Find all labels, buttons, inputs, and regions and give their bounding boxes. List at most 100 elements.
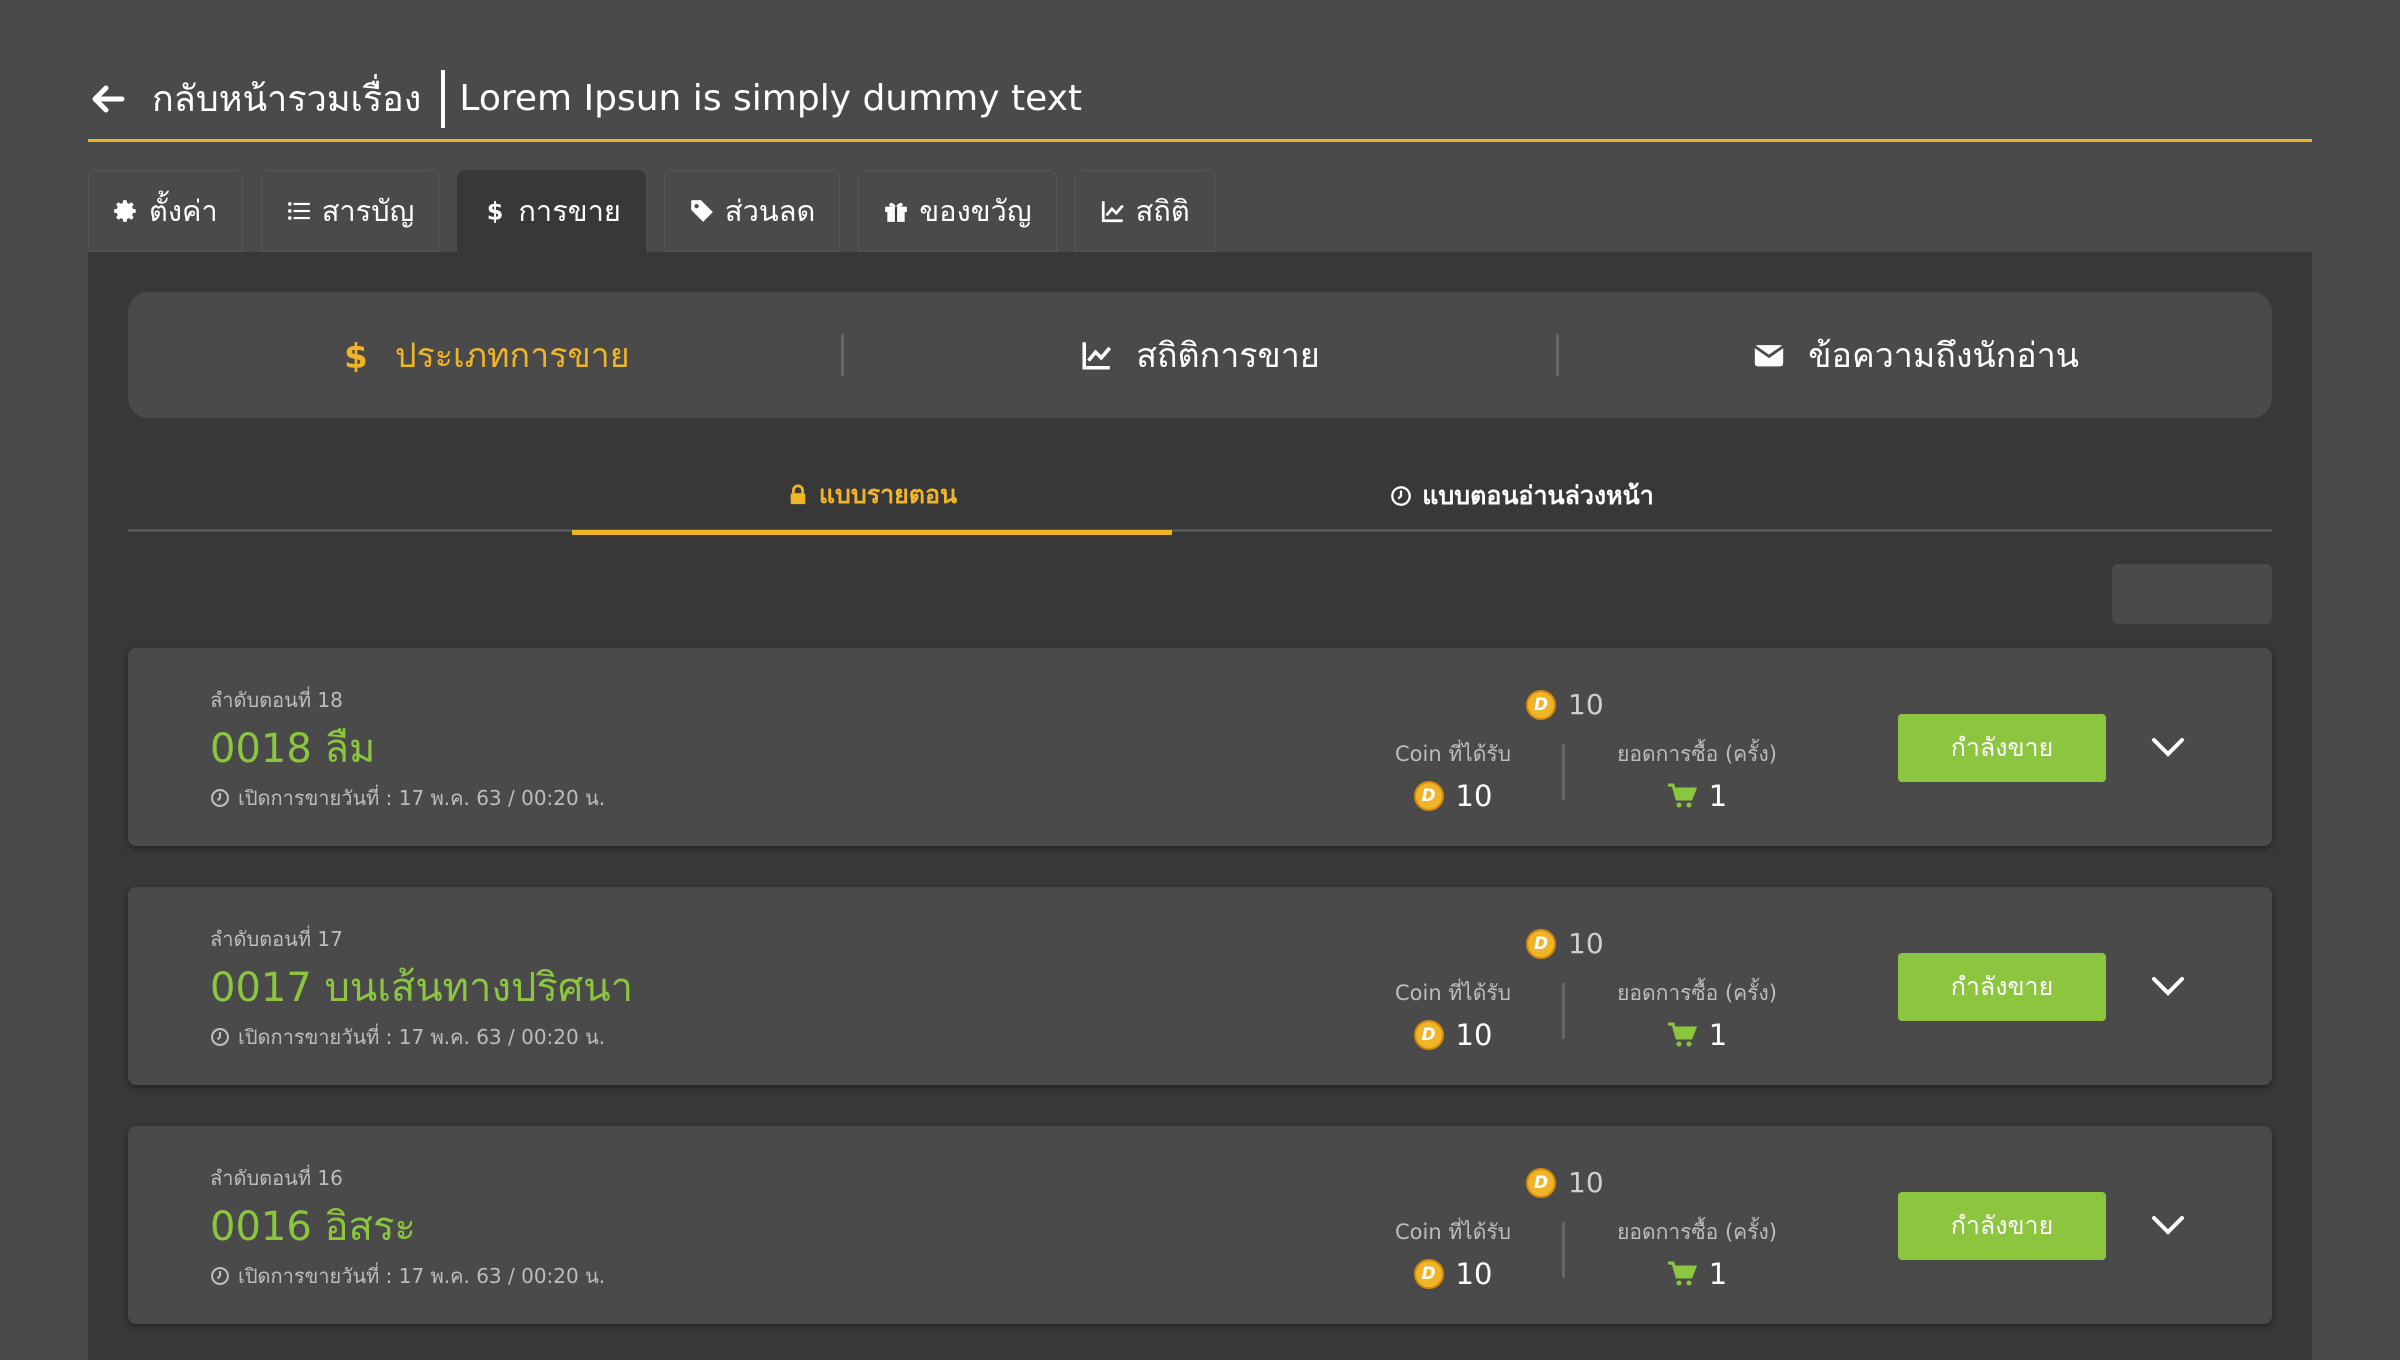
sale-mode-tabs: แบบรายตอน แบบตอนอ่านล่วงหน้า — [128, 460, 2272, 535]
coins-value-row: D 10 — [1378, 1257, 1528, 1291]
stat-divider — [1562, 1222, 1565, 1278]
date-text: เปิดการขายวันที่ : 17 พ.ค. 63 / 00:20 น. — [238, 1025, 606, 1049]
episode-price: D 10 — [1526, 1166, 1604, 1199]
header-divider — [441, 69, 446, 128]
back-arrow-icon[interactable] — [88, 79, 128, 119]
tab-early-access[interactable]: แบบตอนอ่านล่วงหน้า — [1172, 460, 1872, 532]
tab-settings[interactable]: ตั้งค่า — [88, 170, 243, 252]
filter-button[interactable] — [2112, 564, 2272, 624]
episode-order: ลำดับตอนที่ 16 — [210, 1166, 343, 1190]
clock-icon — [1391, 486, 1412, 506]
cart-icon — [1667, 1261, 1697, 1286]
coin-icon: D — [1526, 689, 1556, 720]
tab-label: สารบัญ — [321, 194, 415, 228]
stat-divider — [1562, 744, 1565, 800]
purchases-label: ยอดการซื้อ (ครั้ง) — [1617, 742, 1777, 766]
episode-title[interactable]: 0018 ลืม — [210, 716, 375, 780]
chevron-down-icon[interactable] — [2150, 971, 2186, 1001]
page-title: Lorem Ipsun is simply dummy text — [459, 78, 1083, 119]
status-selling-button[interactable]: กำลังขาย — [1898, 1192, 2106, 1260]
episode-order: ลำดับตอนที่ 17 — [210, 927, 343, 951]
price-value: 10 — [1568, 1166, 1604, 1199]
lock-icon — [790, 484, 806, 505]
coin-icon: D — [1413, 781, 1444, 811]
subnav-label: สถิติการขาย — [1136, 336, 1320, 376]
subnav-sale-stats[interactable]: สถิติการขาย — [844, 328, 1557, 382]
status-selling-button[interactable]: กำลังขาย — [1898, 953, 2106, 1021]
cart-icon — [1667, 1022, 1697, 1047]
subnav-sale-type[interactable]: $ ประเภทการขาย — [128, 328, 841, 382]
date-text: เปิดการขายวันที่ : 17 พ.ค. 63 / 00:20 น. — [238, 786, 606, 810]
purchase-count: ยอดการซื้อ (ครั้ง) 1 — [1612, 1216, 1782, 1291]
tab-label: ตั้งค่า — [149, 194, 218, 228]
tag-icon — [691, 200, 713, 222]
clock-icon — [211, 1028, 229, 1046]
subnav-label: ประเภทการขาย — [394, 336, 630, 376]
purchases-value: 1 — [1708, 779, 1728, 813]
episode-price: D 10 — [1526, 688, 1604, 721]
mode-tab-label: แบบรายตอน — [818, 480, 958, 509]
tab-label: ส่วนลด — [724, 194, 816, 228]
stat-divider — [1562, 983, 1565, 1039]
coin-icon: D — [1526, 1167, 1556, 1198]
dollar-icon: $ — [344, 338, 368, 372]
cart-icon — [1667, 783, 1697, 808]
purchases-label: ยอดการซื้อ (ครั้ง) — [1617, 1220, 1777, 1244]
tab-label: ของขวัญ — [919, 194, 1032, 228]
tab-gifts[interactable]: ของขวัญ — [858, 170, 1057, 252]
coins-label: Coin ที่ได้รับ — [1395, 742, 1511, 766]
chevron-down-icon[interactable] — [2150, 1210, 2186, 1240]
envelope-icon — [1754, 345, 1785, 367]
purchase-count: ยอดการซื้อ (ครั้ง) 1 — [1612, 738, 1782, 813]
episode-card: ลำดับตอนที่ 18 0018 ลืม เปิดการขายวันที่… — [128, 648, 2272, 846]
episode-order: ลำดับตอนที่ 18 — [210, 688, 343, 712]
tab-sales[interactable]: $ การขาย — [457, 170, 646, 252]
purchases-value-row: 1 — [1612, 779, 1782, 813]
chart-icon — [1082, 342, 1112, 370]
coin-icon: D — [1413, 1020, 1444, 1050]
main-tabs: ตั้งค่า สารบัญ $ การขาย ส่วนลด ของขวัญ ส… — [88, 170, 1215, 252]
dollar-icon: $ — [487, 198, 504, 224]
tab-contents[interactable]: สารบัญ — [260, 170, 440, 252]
episode-card: ลำดับตอนที่ 16 0016 อิสระ เปิดการขายวันท… — [128, 1126, 2272, 1324]
episode-title[interactable]: 0016 อิสระ — [210, 1194, 416, 1258]
episode-card: ลำดับตอนที่ 17 0017 บนเส้นทางปริศนา เปิด… — [128, 887, 2272, 1085]
episode-title[interactable]: 0017 บนเส้นทางปริศนา — [210, 955, 633, 1019]
back-link[interactable]: กลับหน้ารวมเรื่อง — [152, 70, 421, 127]
tab-per-episode[interactable]: แบบรายตอน — [572, 460, 1172, 535]
coins-value: 10 — [1455, 1018, 1493, 1052]
sales-subnav: $ ประเภทการขาย สถิติการขาย ข้อความถึงนัก… — [128, 292, 2272, 418]
tab-stats[interactable]: สถิติ — [1074, 170, 1215, 252]
tab-label: สถิติ — [1135, 194, 1190, 228]
status-selling-button[interactable]: กำลังขาย — [1898, 714, 2106, 782]
purchases-value: 1 — [1708, 1018, 1728, 1052]
date-text: เปิดการขายวันที่ : 17 พ.ค. 63 / 00:20 น. — [238, 1264, 606, 1288]
episode-sale-date: เปิดการขายวันที่ : 17 พ.ค. 63 / 00:20 น. — [210, 1021, 605, 1053]
mode-tab-label: แบบตอนอ่านล่วงหน้า — [1422, 481, 1654, 510]
coins-label: Coin ที่ได้รับ — [1395, 981, 1511, 1005]
subnav-label: ข้อความถึงนักอ่าน — [1808, 336, 2080, 376]
purchases-value-row: 1 — [1612, 1018, 1782, 1052]
coins-value-row: D 10 — [1378, 779, 1528, 813]
tab-discount[interactable]: ส่วนลด — [663, 170, 841, 252]
episode-price: D 10 — [1526, 927, 1604, 960]
coins-label: Coin ที่ได้รับ — [1395, 1220, 1511, 1244]
coins-value: 10 — [1455, 1257, 1493, 1291]
svg-text:$: $ — [344, 338, 368, 372]
episode-sale-date: เปิดการขายวันที่ : 17 พ.ค. 63 / 00:20 น. — [210, 782, 605, 814]
coins-received: Coin ที่ได้รับ D 10 — [1378, 1216, 1528, 1291]
gear-icon — [114, 200, 136, 222]
purchase-count: ยอดการซื้อ (ครั้ง) 1 — [1612, 977, 1782, 1052]
gift-icon — [885, 202, 908, 222]
purchases-value-row: 1 — [1612, 1257, 1782, 1291]
coin-icon: D — [1413, 1259, 1444, 1289]
svg-text:$: $ — [487, 198, 504, 224]
page-header: กลับหน้ารวมเรื่อง Lorem Ipsun is simply … — [88, 58, 2312, 142]
chevron-down-icon[interactable] — [2150, 732, 2186, 762]
coins-received: Coin ที่ได้รับ D 10 — [1378, 977, 1528, 1052]
clock-icon — [211, 789, 229, 807]
sales-panel: $ ประเภทการขาย สถิติการขาย ข้อความถึงนัก… — [88, 252, 2312, 1360]
chart-icon — [1101, 201, 1124, 223]
coin-icon: D — [1526, 928, 1556, 959]
subnav-reader-message[interactable]: ข้อความถึงนักอ่าน — [1559, 328, 2272, 382]
